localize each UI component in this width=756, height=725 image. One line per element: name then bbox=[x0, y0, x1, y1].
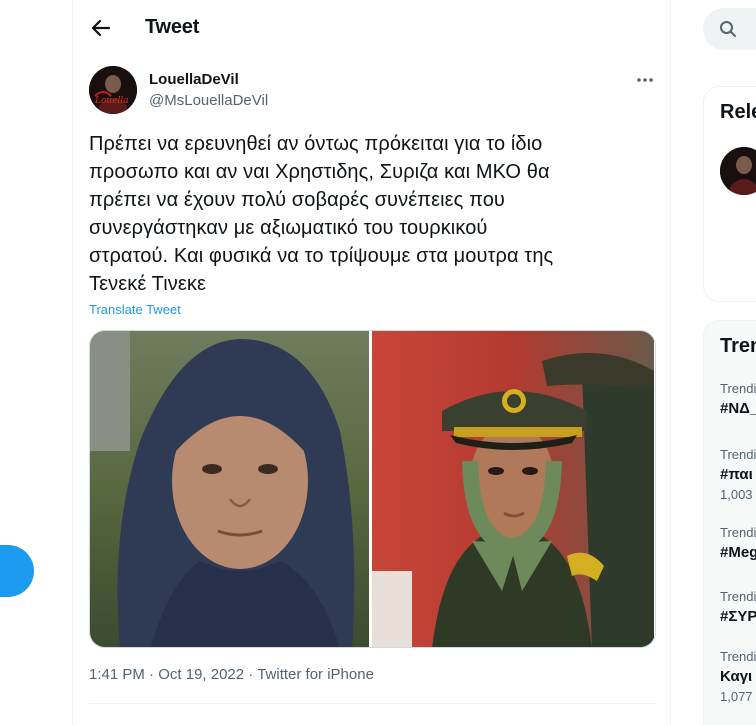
trend-item[interactable]: Trendi #παι 1,003 bbox=[720, 447, 756, 502]
trend-name: #ΝΔ_ bbox=[720, 400, 756, 417]
trend-item[interactable]: Trendi #ΣΥΡ bbox=[720, 589, 756, 625]
more-horizontal-icon bbox=[637, 78, 653, 82]
tweet-text-line: στρατού. Και φυσικά να το τρίψουμε στα μ… bbox=[89, 245, 554, 267]
tweet-text: Πρέπει να ερευνηθεί αν όντως πρόκειται γ… bbox=[89, 130, 649, 298]
relevant-person-avatar[interactable] bbox=[720, 147, 756, 195]
tweet-text-line: συνεργάστηκαν με αξιωματικό του τουρκικο… bbox=[89, 217, 488, 239]
trends-card: Tren Trendi #ΝΔ_ Trendi #παι 1,003 Trend… bbox=[703, 320, 756, 725]
page-header: Tweet bbox=[73, 0, 670, 56]
divider bbox=[89, 703, 656, 704]
trends-title: Tren bbox=[720, 335, 756, 357]
trend-category: Trendi bbox=[720, 525, 756, 540]
tweet-photo-right[interactable] bbox=[372, 331, 654, 647]
tweet-author: Louella LouellaDeVil @MsLouellaDeVil bbox=[89, 64, 659, 116]
tweet-time[interactable]: 1:41 PM bbox=[89, 666, 145, 683]
page-title: Tweet bbox=[145, 16, 200, 38]
tweet-meta: 1:41 PM · Oct 19, 2022 · Twitter for iPh… bbox=[89, 666, 374, 683]
trend-category: Trendi bbox=[720, 381, 756, 396]
search-icon bbox=[720, 21, 736, 37]
tweet-source[interactable]: Twitter for iPhone bbox=[257, 666, 374, 683]
trend-item[interactable]: Trendi Καγι 1,077 bbox=[720, 649, 756, 704]
trend-count: 1,077 bbox=[720, 689, 753, 704]
tweet-date[interactable]: Oct 19, 2022 bbox=[158, 666, 244, 683]
arrow-left-icon bbox=[91, 19, 111, 37]
avatar-text: Louella bbox=[95, 96, 129, 106]
translate-tweet-link[interactable]: Translate Tweet bbox=[89, 302, 181, 317]
author-display-name[interactable]: LouellaDeVil bbox=[149, 71, 239, 88]
author-avatar[interactable]: Louella bbox=[89, 66, 137, 114]
trend-category: Trendi bbox=[720, 447, 756, 462]
tweet-text-line: πρέπει να έχουν πολύ σοβαρές συνέπειες π… bbox=[89, 189, 505, 211]
trend-category: Trendi bbox=[720, 649, 756, 664]
relevant-people-card: Rele bbox=[703, 86, 756, 302]
tweet-text-line: Τενεκέ Τινεκε bbox=[89, 273, 207, 295]
tweet-text-line: προσωπο και αν ναι Χρηστιδης, Συριζα και… bbox=[89, 161, 550, 183]
back-button[interactable] bbox=[87, 14, 115, 42]
relevant-people-title: Rele bbox=[720, 101, 756, 123]
meta-separator: · bbox=[149, 666, 155, 683]
tweet-media bbox=[89, 330, 656, 648]
trend-item[interactable]: Trendi #ΝΔ_ bbox=[720, 381, 756, 417]
meta-separator: · bbox=[248, 666, 254, 683]
trend-name: #Meg bbox=[720, 544, 756, 561]
trend-category: Trendi bbox=[720, 589, 756, 604]
tweet-photo-left[interactable] bbox=[90, 331, 372, 647]
search-bar[interactable] bbox=[703, 8, 756, 50]
author-handle[interactable]: @MsLouellaDeVil bbox=[149, 92, 268, 109]
trend-item[interactable]: Trendi #Meg bbox=[720, 525, 756, 561]
trend-name: #ΣΥΡ bbox=[720, 608, 756, 625]
main-column: Tweet Louella LouellaDeVil @MsLouellaDeV… bbox=[72, 0, 671, 725]
tweet-text-line: Πρέπει να ερευνηθεί αν όντως πρόκειται γ… bbox=[89, 133, 543, 155]
trend-name: Καγι bbox=[720, 668, 753, 685]
compose-tweet-button[interactable] bbox=[0, 545, 34, 597]
trend-name: #παι bbox=[720, 466, 753, 483]
more-options-button[interactable] bbox=[633, 70, 657, 90]
trend-count: 1,003 bbox=[720, 487, 753, 502]
